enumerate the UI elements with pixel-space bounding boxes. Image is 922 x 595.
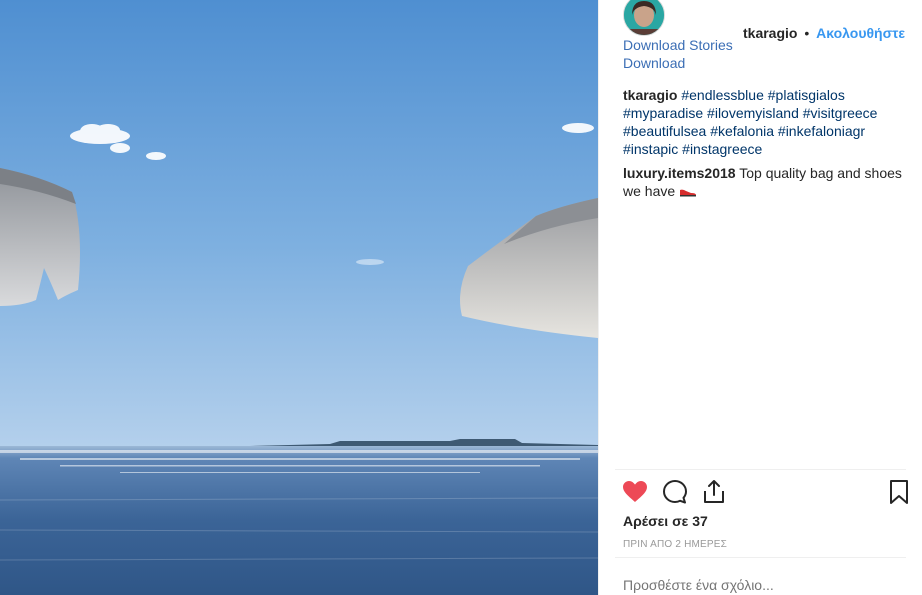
divider [615,557,906,558]
action-bar [621,478,913,508]
comment-username[interactable]: luxury.items2018 [623,165,736,181]
hashtag[interactable]: #kefalonia [710,123,774,139]
hashtag[interactable]: #platisgialos [768,87,845,103]
avatar[interactable] [623,0,665,36]
post-sidebar: Download Stories Download tkaragio • Ακο… [598,0,922,595]
add-comment-input[interactable] [623,577,903,593]
heart-icon[interactable] [621,478,649,506]
share-icon[interactable] [700,478,728,506]
follow-button[interactable]: Ακολουθήστε [816,25,905,41]
bookmark-icon[interactable] [885,478,913,506]
shoe-emoji-icon [680,189,697,197]
hashtag[interactable]: #instagreece [682,141,762,157]
download-link[interactable]: Download [623,54,733,72]
likes-count[interactable]: Αρέσει σε 37 [623,513,708,529]
post-timestamp[interactable]: ΠΡΙΝ ΑΠΟ 2 ΗΜΕΡΕΣ [623,539,727,550]
avatar-photo-icon [624,0,664,35]
download-stories-link[interactable]: Download Stories [623,36,733,54]
post-photo[interactable] [0,0,598,595]
hashtag[interactable]: #endlessblue [681,87,764,103]
caption: tkaragio #endlessblue #platisgialos #myp… [623,86,907,158]
hashtag[interactable]: #visitgreece [803,105,878,121]
separator-dot: • [804,25,810,41]
caption-username[interactable]: tkaragio [623,87,677,103]
post-header: tkaragio • Ακολουθήστε [743,24,905,42]
hashtag[interactable]: #instapic [623,141,678,157]
username[interactable]: tkaragio [743,25,797,41]
hashtag[interactable]: #ilovemyisland [707,105,799,121]
comment-icon[interactable] [661,478,689,506]
hashtag[interactable]: #beautifulsea [623,123,706,139]
divider [615,469,906,470]
hashtag[interactable]: #myparadise [623,105,703,121]
comment: luxury.items2018 Top quality bag and sho… [623,164,907,200]
beach-photo [0,0,598,595]
hashtag[interactable]: #inkefaloniagr [778,123,865,139]
download-links: Download Stories Download [623,36,733,72]
